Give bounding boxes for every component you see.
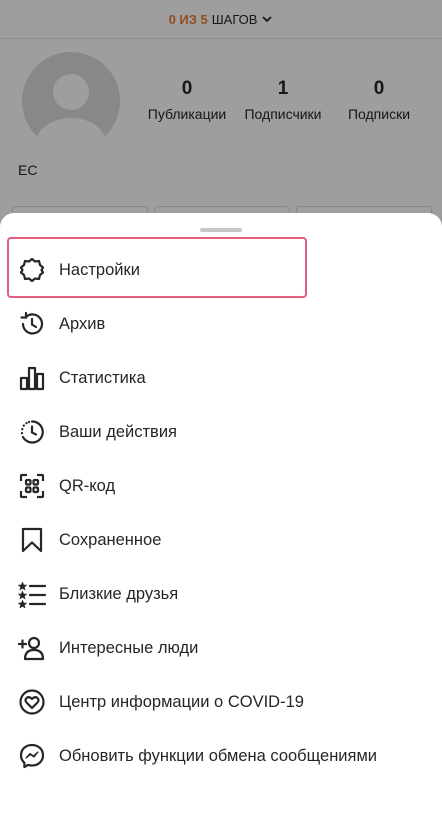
bottom-sheet-menu: Настройки Архив Статистика Ваши действия…: [0, 213, 442, 813]
menu-item-label: Ваши действия: [59, 422, 177, 441]
menu-item-saved[interactable]: Сохраненное: [0, 513, 442, 567]
menu-item-label: Сохраненное: [59, 530, 162, 549]
close-friends-list-icon: [18, 580, 46, 608]
menu-item-label: Интересные люди: [59, 638, 199, 657]
bookmark-icon: [18, 526, 46, 554]
menu-item-label: QR-код: [59, 476, 116, 495]
menu-item-covid-info[interactable]: Центр информации о COVID-19: [0, 675, 442, 729]
drag-handle[interactable]: [200, 228, 242, 232]
menu-item-label: Близкие друзья: [59, 584, 179, 603]
menu-item-label: Обновить функции обмена сообщениями: [59, 746, 378, 765]
menu-item-close-friends[interactable]: Близкие друзья: [0, 567, 442, 621]
messenger-icon: [18, 742, 46, 770]
settings-gear-icon: [18, 256, 46, 284]
archive-history-icon: [18, 310, 46, 338]
menu-item-your-activity[interactable]: Ваши действия: [0, 405, 442, 459]
menu-item-label: Настройки: [59, 260, 140, 279]
activity-clock-icon: [18, 418, 46, 446]
menu-item-update-messaging[interactable]: Обновить функции обмена сообщениями: [0, 729, 442, 783]
menu-item-qr-code[interactable]: QR-код: [0, 459, 442, 513]
menu-item-settings[interactable]: Настройки: [0, 243, 442, 297]
statistics-bars-icon: [18, 364, 46, 392]
qr-code-icon: [18, 472, 46, 500]
menu-item-label: Архив: [59, 314, 106, 333]
add-person-icon: [18, 634, 46, 662]
menu-item-archive[interactable]: Архив: [0, 297, 442, 351]
menu-item-label: Статистика: [59, 368, 146, 387]
covid-heart-icon: [18, 688, 46, 716]
menu-item-label: Центр информации о COVID-19: [59, 692, 304, 711]
menu-item-statistics[interactable]: Статистика: [0, 351, 442, 405]
menu-item-discover-people[interactable]: Интересные люди: [0, 621, 442, 675]
